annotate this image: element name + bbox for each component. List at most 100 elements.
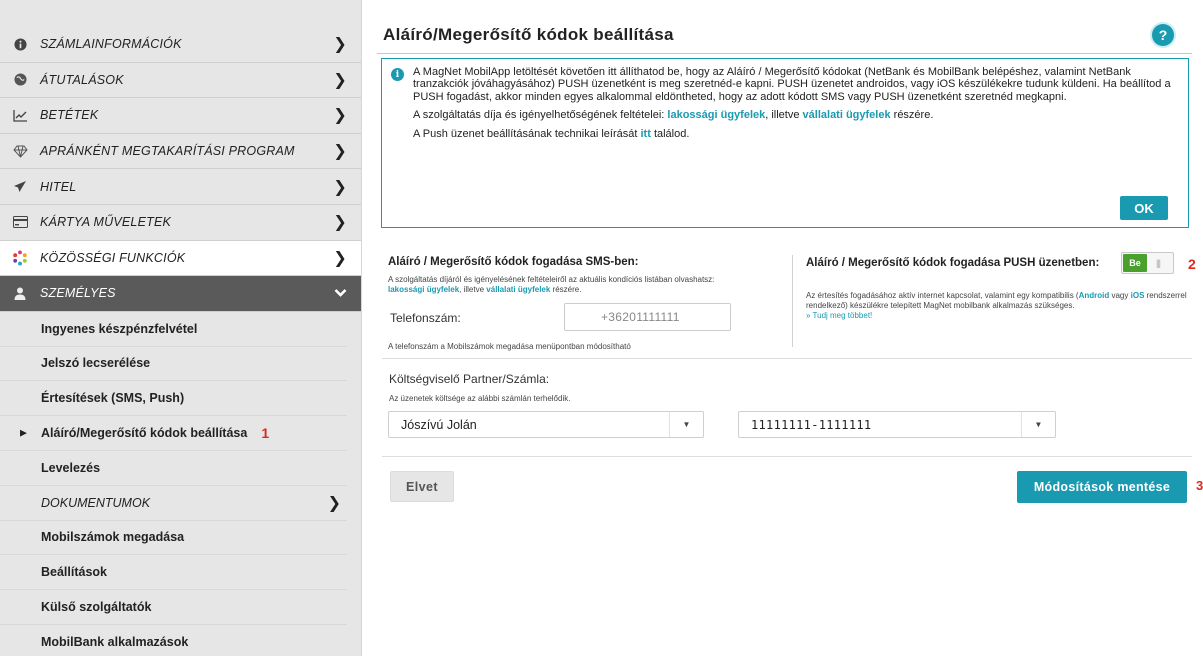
phone-label: Telefonszám:	[390, 311, 461, 325]
nav-kartya-muveletek[interactable]: KÁRTYA MŰVELETEK ❯	[0, 205, 361, 241]
chevron-right-icon: ❯	[333, 71, 347, 89]
nav-label: HITEL	[40, 179, 77, 194]
title-divider	[377, 53, 1192, 54]
info-p2-pre: A szolgáltatás díja és igényelhetőségéne…	[413, 109, 665, 122]
sub-ingyenes-keszpenzfelvetel[interactable]: Ingyenes készpénzfelvétel	[0, 312, 347, 347]
sub-label: Beállítások	[41, 565, 108, 580]
sidebar-top-strip	[0, 0, 361, 27]
nav-hitel[interactable]: HITEL ❯	[0, 169, 361, 205]
nav-apranként[interactable]: APRÁNKÉNT MEGTAKARÍTÁSI PROGRAM ❯	[0, 134, 361, 170]
chart-line-icon	[12, 107, 28, 123]
sub-mobilszamok-megadasa[interactable]: Mobilszámok megadása	[0, 521, 347, 556]
push-toggle[interactable]: Be |||	[1121, 252, 1174, 274]
caret-right-icon: ▶	[20, 427, 27, 438]
sub-mobilbank-alkalmazasok[interactable]: MobilBank alkalmazások	[0, 625, 347, 656]
sidebar: SZÁMLAINFORMÁCIÓK ❯ ÁTUTALÁSOK ❯ BETÉTEK…	[0, 0, 362, 656]
info-icon: i	[391, 68, 404, 81]
sub-label: Mobilszámok megadása	[41, 530, 185, 545]
nav-label: APRÁNKÉNT MEGTAKARÍTÁSI PROGRAM	[40, 144, 295, 159]
sub-label: Ingyenes készpénzfelvétel	[41, 321, 198, 336]
nav-label: ÁTUTALÁSOK	[40, 72, 124, 87]
sub-label: MobilBank alkalmazások	[41, 634, 189, 649]
sub-levelezes[interactable]: Levelezés	[0, 451, 347, 486]
sub-alairo-kodok-active[interactable]: ▶ Aláíró/Megerősítő kódok beállítása 1	[0, 416, 347, 451]
phone-note: A telefonszám a Mobilszámok megadása men…	[388, 342, 631, 351]
community-logo-icon	[12, 250, 28, 266]
nav-atutalasok[interactable]: ÁTUTALÁSOK ❯	[0, 63, 361, 99]
push-toggle-on-label: Be	[1123, 254, 1147, 272]
nav-szemelyes[interactable]: SZEMÉLYES	[0, 276, 361, 312]
info-text: A MagNet MobilApp letöltését követően it…	[413, 66, 1173, 146]
sub-beallitasok[interactable]: Beállítások	[0, 555, 347, 591]
info-paragraph-1: A MagNet MobilApp letöltését követően it…	[413, 66, 1171, 103]
ios-link[interactable]: iOS	[1131, 291, 1145, 300]
link-lakossagi-ugyfelek[interactable]: lakossági ügyfelek	[667, 109, 765, 121]
nav-label: SZÁMLAINFORMÁCIÓK	[40, 37, 182, 52]
sms-note-pre: A szolgáltatás díjáról és igényelésének …	[388, 275, 715, 284]
sub-label: Értesítések (SMS, Push)	[41, 391, 185, 406]
toggle-grip-icon: |||	[1156, 258, 1161, 268]
discard-button[interactable]: Elvet	[390, 471, 454, 502]
section-divider-2	[382, 456, 1192, 457]
nav-betetek[interactable]: BETÉTEK ❯	[0, 98, 361, 134]
learn-more-link[interactable]: » Tudj meg többet!	[806, 311, 872, 320]
ok-button[interactable]: OK	[1120, 196, 1168, 220]
cost-note: Az üzenetek költsége az alábbi számlán t…	[389, 394, 571, 403]
android-link[interactable]: Android	[1079, 291, 1110, 300]
section-divider-1	[382, 358, 1192, 359]
nav-label: KÁRTYA MŰVELETEK	[40, 215, 172, 230]
diamond-icon	[12, 143, 28, 159]
annotation-marker-1: 1	[261, 425, 270, 442]
user-icon	[12, 285, 28, 301]
nav-szamlainformaciok[interactable]: SZÁMLAINFORMÁCIÓK ❯	[0, 27, 361, 63]
annotation-marker-3: 3	[1196, 478, 1203, 493]
globe-icon	[12, 72, 28, 88]
nav-label: BETÉTEK	[40, 108, 99, 123]
info-p2-mid: , illetve	[765, 109, 800, 122]
sub-dokumentumok[interactable]: DOKUMENTUMOK ❯	[0, 486, 347, 521]
sub-label: Levelezés	[41, 460, 101, 475]
chevron-down-icon	[334, 286, 347, 301]
dropdown-caret-icon: ▼	[1021, 412, 1055, 437]
phone-field[interactable]: +36201111111	[564, 303, 731, 331]
nav-kozossegi-funkciok[interactable]: KÖZÖSSÉGI FUNKCIÓK ❯	[0, 240, 361, 277]
sms-link-vallalati[interactable]: vállalati ügyfelek	[486, 285, 550, 294]
push-note-pre: Az értesítés fogadásához aktív internet …	[806, 291, 1079, 300]
info-p2-post: részére.	[893, 109, 934, 122]
cost-label: Költségviselő Partner/Számla:	[389, 372, 550, 386]
nav-label: SZEMÉLYES	[40, 286, 116, 301]
sub-jelszo-lecserelese[interactable]: Jelszó lecserélése	[0, 347, 347, 382]
chevron-right-icon: ❯	[333, 107, 347, 125]
partner-select-value: Jószívú Jolán	[401, 417, 477, 432]
link-itt[interactable]: itt	[640, 128, 650, 140]
info-box: i A MagNet MobilApp letöltését követően …	[381, 58, 1189, 228]
link-vallalati-ugyfelek[interactable]: vállalati ügyfelek	[803, 109, 891, 121]
annotation-marker-2: 2	[1188, 256, 1196, 272]
card-icon	[12, 214, 28, 230]
info-paragraph-2: A szolgáltatás díja és igényelhetőségéne…	[413, 109, 1173, 121]
sms-heading: Aláíró / Megerősítő kódok fogadása SMS-b…	[388, 256, 639, 268]
sub-label: Külső szolgáltatók	[41, 600, 152, 615]
account-select[interactable]: 11111111-1111111 ▼	[738, 411, 1056, 438]
sms-note-post: részére.	[552, 285, 582, 294]
section-divider-vertical	[792, 255, 793, 347]
sub-label: Jelszó lecserélése	[41, 356, 151, 371]
chevron-right-icon: ❯	[327, 494, 341, 512]
info-circle-icon	[12, 36, 28, 52]
chevron-right-icon: ❯	[333, 36, 347, 54]
chevron-right-icon: ❯	[333, 214, 347, 232]
info-paragraph-3: A Push üzenet beállításának technikai le…	[413, 128, 1173, 140]
sms-link-lakossagi[interactable]: lakossági ügyfelek	[388, 285, 459, 294]
save-changes-button[interactable]: Módosítások mentése	[1017, 471, 1187, 503]
push-note: Az értesítés fogadásához aktív internet …	[806, 291, 1192, 321]
sub-ertesitesek[interactable]: Értesítések (SMS, Push)	[0, 381, 347, 417]
chevron-right-icon: ❯	[333, 178, 347, 196]
nav-label: KÖZÖSSÉGI FUNKCIÓK	[40, 250, 186, 265]
sub-kulso-szolgaltatok[interactable]: Külső szolgáltatók	[0, 590, 347, 625]
help-icon[interactable]: ?	[1152, 24, 1174, 46]
chevron-right-icon: ❯	[333, 143, 347, 161]
push-heading: Aláíró / Megerősítő kódok fogadása PUSH …	[806, 257, 1100, 269]
chevron-right-icon: ❯	[333, 249, 347, 267]
partner-select[interactable]: Jószívú Jolán ▼	[388, 411, 704, 438]
page-title: Aláíró/Megerősítő kódok beállítása	[383, 25, 674, 44]
